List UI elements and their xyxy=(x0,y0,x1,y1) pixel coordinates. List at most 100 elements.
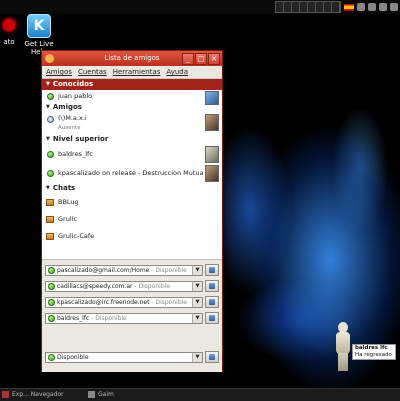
account-status: Disponible xyxy=(155,267,187,274)
chat-name: BBLug xyxy=(58,198,79,206)
notification-message: Ha regresado xyxy=(355,352,392,358)
top-panel xyxy=(0,0,400,14)
contact-maxi[interactable]: (\)M.a.x.i Ausente xyxy=(42,113,222,134)
chevron-down-icon[interactable]: ▼ xyxy=(192,266,202,275)
group-label: Chats xyxy=(52,184,76,192)
account-name: pascalizado@gmail.com/Home xyxy=(57,267,150,274)
chat-bblug[interactable]: BBLug xyxy=(42,194,222,211)
account-status-selector[interactable]: pascalizado@gmail.com/Home - Disponible … xyxy=(45,265,203,276)
buddy-avatar xyxy=(205,91,219,105)
menu-herramientas[interactable]: Herramientas xyxy=(113,66,161,78)
chat-room-icon xyxy=(46,233,54,240)
chat-grulic[interactable]: Grulic xyxy=(42,211,222,228)
account-status-selector[interactable]: kpascalizado@irc.freenode.net - Disponib… xyxy=(45,297,203,308)
system-tray xyxy=(275,1,398,13)
notification-name: baldres lfc xyxy=(355,345,388,351)
contact-juan-pablo[interactable]: juan pablo xyxy=(42,90,222,105)
live-help-icon: K xyxy=(27,14,51,38)
account-status-button[interactable] xyxy=(205,264,219,276)
global-status-row: Disponible ▼ xyxy=(45,351,219,364)
expand-triangle-icon[interactable]: ▼ xyxy=(46,102,50,113)
chat-name: Grulic xyxy=(58,215,78,223)
away-status-icon xyxy=(47,116,54,123)
taskbar-item[interactable]: Gaim xyxy=(88,389,114,400)
group-label: Nivel superior xyxy=(52,135,109,143)
window-app-icon[interactable] xyxy=(45,54,54,63)
buddy-list: ▼ Conocidos juan pablo ▼ Amigos (\)M.a.x… xyxy=(42,79,222,257)
chat-room-icon xyxy=(46,199,54,206)
account-status: Disponible xyxy=(155,299,187,306)
account-status-selector[interactable]: cadillacs@speedy.com.ar - Disponible ▼ xyxy=(45,281,203,292)
chevron-down-icon[interactable]: ▼ xyxy=(192,314,202,323)
online-status-icon xyxy=(47,93,54,100)
volume-icon[interactable] xyxy=(368,3,376,11)
account-status: Disponible xyxy=(95,315,127,322)
group-label: Conocidos xyxy=(52,80,94,88)
online-status-icon xyxy=(48,283,55,290)
contact-kpascalizado[interactable]: kpascalizado on release - Destruccion Mu… xyxy=(42,164,222,183)
close-button[interactable]: ✕ xyxy=(208,53,220,65)
global-status-selector[interactable]: Disponible ▼ xyxy=(45,352,203,363)
account-status-button[interactable] xyxy=(205,312,219,324)
app-icon xyxy=(88,391,95,398)
online-status-icon xyxy=(48,299,55,306)
online-status-icon xyxy=(48,315,55,322)
account-row: baldres_lfc - Disponible ▼ xyxy=(45,312,219,325)
group-label: Amigos xyxy=(52,103,82,111)
group-conocidos[interactable]: ▼ Conocidos xyxy=(42,79,222,90)
maximize-button[interactable]: □ xyxy=(195,53,207,65)
account-row: kpascalizado@irc.freenode.net - Disponib… xyxy=(45,296,219,309)
account-status-button[interactable] xyxy=(205,296,219,308)
taskbar-label: Exp... Navegador xyxy=(12,391,64,398)
desktop-icon-label: ato xyxy=(3,38,15,46)
buddy-avatar xyxy=(205,146,219,163)
notification-figure-icon xyxy=(334,322,352,372)
menu-amigos[interactable]: Amigos xyxy=(46,66,72,78)
expand-triangle-icon[interactable]: ▼ xyxy=(46,134,50,145)
keyboard-layout-flag-icon[interactable] xyxy=(344,3,354,11)
group-chats[interactable]: ▼ Chats xyxy=(42,183,222,194)
workspace-switcher[interactable] xyxy=(275,1,341,13)
messenger-tray-icon[interactable] xyxy=(390,3,398,11)
contact-name: baldres_lfc xyxy=(58,150,93,158)
account-status-button[interactable] xyxy=(205,280,219,292)
expand-triangle-icon[interactable]: ▼ xyxy=(46,79,50,90)
notification-bubble[interactable]: baldres lfc Ha regresado xyxy=(352,344,396,360)
contact-status-text: Ausente xyxy=(58,125,81,131)
window-titlebar[interactable]: Lista de amigos _ □ ✕ xyxy=(42,51,222,66)
account-name: cadillacs@speedy.com.ar xyxy=(57,283,133,290)
menu-cuentas[interactable]: Cuentas xyxy=(78,66,107,78)
account-status: Disponible xyxy=(138,283,170,290)
global-status-button[interactable] xyxy=(205,351,219,363)
printer-icon[interactable] xyxy=(379,3,387,11)
contact-name: kpascalizado on release - Destruccion Mu… xyxy=(58,169,217,177)
chevron-down-icon[interactable]: ▼ xyxy=(192,353,202,362)
menu-bar: Amigos Cuentas Herramientas Ayuda xyxy=(42,66,222,79)
account-status-selector[interactable]: baldres_lfc - Disponible ▼ xyxy=(45,313,203,324)
chat-room-icon xyxy=(46,216,54,223)
contact-name: (\)M.a.x.i xyxy=(58,114,87,122)
app-icon xyxy=(0,14,20,36)
chat-grulic-cafe[interactable]: Grulic-Cafe xyxy=(42,228,222,245)
online-status-icon xyxy=(48,354,55,361)
taskbar-item[interactable]: Exp... Navegador xyxy=(2,389,64,400)
group-nivel-superior[interactable]: ▼ Nivel superior xyxy=(42,134,222,145)
account-row: cadillacs@speedy.com.ar - Disponible ▼ xyxy=(45,280,219,293)
contact-baldres-lfc[interactable]: baldres_lfc xyxy=(42,145,222,164)
window-title: Lista de amigos xyxy=(104,54,160,62)
network-icon[interactable] xyxy=(357,3,365,11)
buddy-notification: baldres lfc Ha regresado xyxy=(328,322,398,374)
online-status-icon xyxy=(47,151,54,158)
bottom-taskbar: Exp... Navegador Gaim xyxy=(0,388,400,401)
expand-triangle-icon[interactable]: ▼ xyxy=(46,183,50,194)
buddy-avatar xyxy=(205,114,219,131)
minimize-button[interactable]: _ xyxy=(182,53,194,65)
global-status-label: Disponible xyxy=(57,354,89,361)
account-name: kpascalizado@irc.freenode.net xyxy=(57,299,150,306)
account-name: baldres_lfc xyxy=(57,315,90,322)
group-amigos[interactable]: ▼ Amigos xyxy=(42,102,222,113)
chevron-down-icon[interactable]: ▼ xyxy=(192,298,202,307)
menu-ayuda[interactable]: Ayuda xyxy=(166,66,188,78)
chevron-down-icon[interactable]: ▼ xyxy=(192,282,202,291)
account-status-panel: pascalizado@gmail.com/Home - Disponible … xyxy=(42,259,222,372)
